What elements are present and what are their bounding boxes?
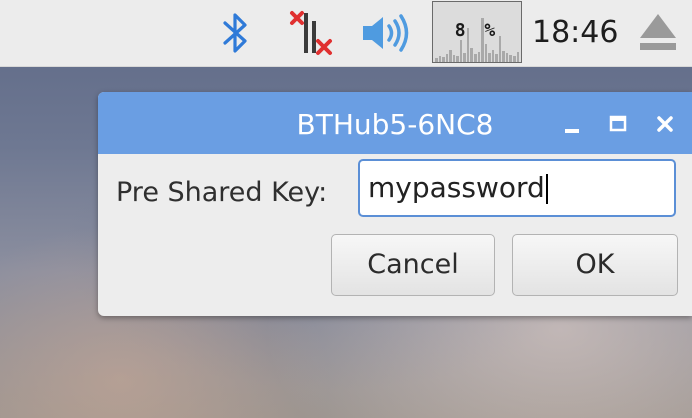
cpu-graph-bar xyxy=(513,56,516,62)
dialog-titlebar[interactable]: BTHub5-6NC8 xyxy=(98,92,692,154)
cpu-graph-bar xyxy=(516,52,520,62)
cpu-graph-bar xyxy=(438,56,442,62)
cpu-graph-bar xyxy=(505,53,509,62)
cpu-graph-bar xyxy=(495,54,498,62)
cpu-graph-bar xyxy=(491,50,495,62)
cpu-graph-bar xyxy=(474,54,477,62)
cpu-graph-bar xyxy=(502,51,505,62)
pre-shared-key-input[interactable]: mypassword xyxy=(358,159,676,217)
close-icon[interactable] xyxy=(651,110,679,138)
cpu-usage-text: 8 % xyxy=(454,20,500,41)
cpu-graph-bar xyxy=(435,58,438,62)
cpu-graph-bar xyxy=(445,54,449,62)
cpu-graph-bar xyxy=(484,44,488,62)
dialog-title: BTHub5-6NC8 xyxy=(296,108,494,141)
cpu-graph-bar xyxy=(442,57,445,62)
pre-shared-key-label: Pre Shared Key: xyxy=(116,177,328,208)
network-disconnected-icon[interactable] xyxy=(282,0,340,66)
cancel-button[interactable]: Cancel xyxy=(331,234,495,296)
cpu-graph-bar xyxy=(488,53,491,62)
cpu-graph-bar xyxy=(459,40,463,62)
cpu-graph-bar xyxy=(509,55,513,62)
cpu-graph-bar xyxy=(463,53,466,62)
cpu-graph-bar xyxy=(477,52,481,62)
pre-shared-key-value: mypassword xyxy=(368,171,545,204)
cpu-graph-bar xyxy=(456,56,459,62)
cpu-graph-bar xyxy=(452,55,456,62)
bluetooth-icon[interactable] xyxy=(214,0,258,66)
pre-shared-key-dialog: BTHub5-6NC8 Pre Shared Key: mypassword C… xyxy=(98,92,692,316)
cpu-graph-bar xyxy=(470,48,474,62)
text-caret xyxy=(545,174,548,204)
eject-icon[interactable] xyxy=(630,0,686,66)
cpu-graph-bar xyxy=(449,50,452,62)
minimize-icon[interactable] xyxy=(558,110,586,138)
clock[interactable]: 18:46 xyxy=(532,0,618,66)
maximize-icon[interactable] xyxy=(604,110,632,138)
cpu-monitor[interactable]: 8 % xyxy=(432,1,522,63)
ok-button[interactable]: OK xyxy=(512,234,678,296)
taskbar: 8 % 18:46 xyxy=(0,0,692,67)
volume-icon[interactable] xyxy=(356,0,418,66)
